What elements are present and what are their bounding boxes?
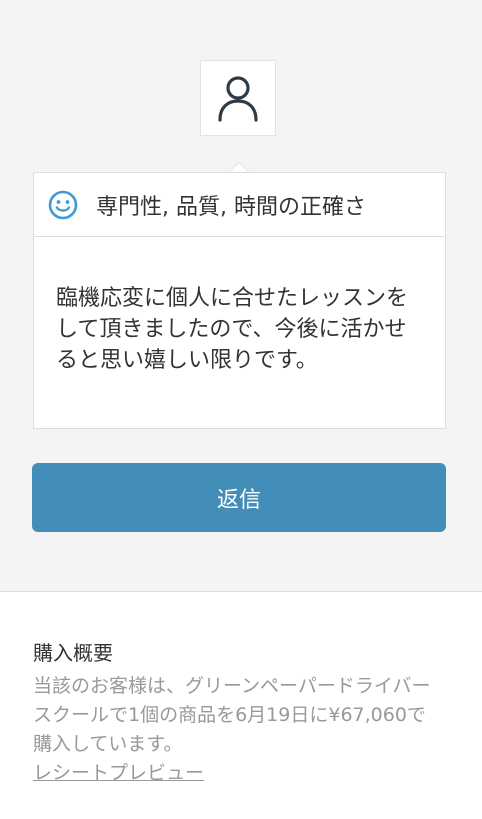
receipt-preview-link[interactable]: レシートプレビュー [33,759,204,788]
purchase-title: 購入概要 [33,641,113,665]
review-section: 専門性, 品質, 時間の正確さ 臨機応変に個人に合せたレッスンをして頂きましたの… [0,0,482,592]
purchase-description: 当該のお客様は、グリーンペーパードライバースクールで1個の商品を6月19日に¥6… [33,675,431,755]
smile-icon [48,190,78,219]
avatar [200,60,276,136]
reply-button[interactable]: 返信 [32,463,446,532]
review-header: 専門性, 品質, 時間の正確さ [34,173,445,237]
review-category: 専門性, 品質, 時間の正確さ [96,194,366,220]
review-card: 専門性, 品質, 時間の正確さ 臨機応変に個人に合せたレッスンをして頂きましたの… [33,172,446,429]
user-icon [218,76,258,122]
purchase-summary: 購入概要 当該のお客様は、グリーンペーパードライバースクールで1個の商品を6月1… [33,638,443,788]
review-comment: 臨機応変に個人に合せたレッスンをして頂きましたので、今後に活かせると思い嬉しい限… [56,286,409,373]
